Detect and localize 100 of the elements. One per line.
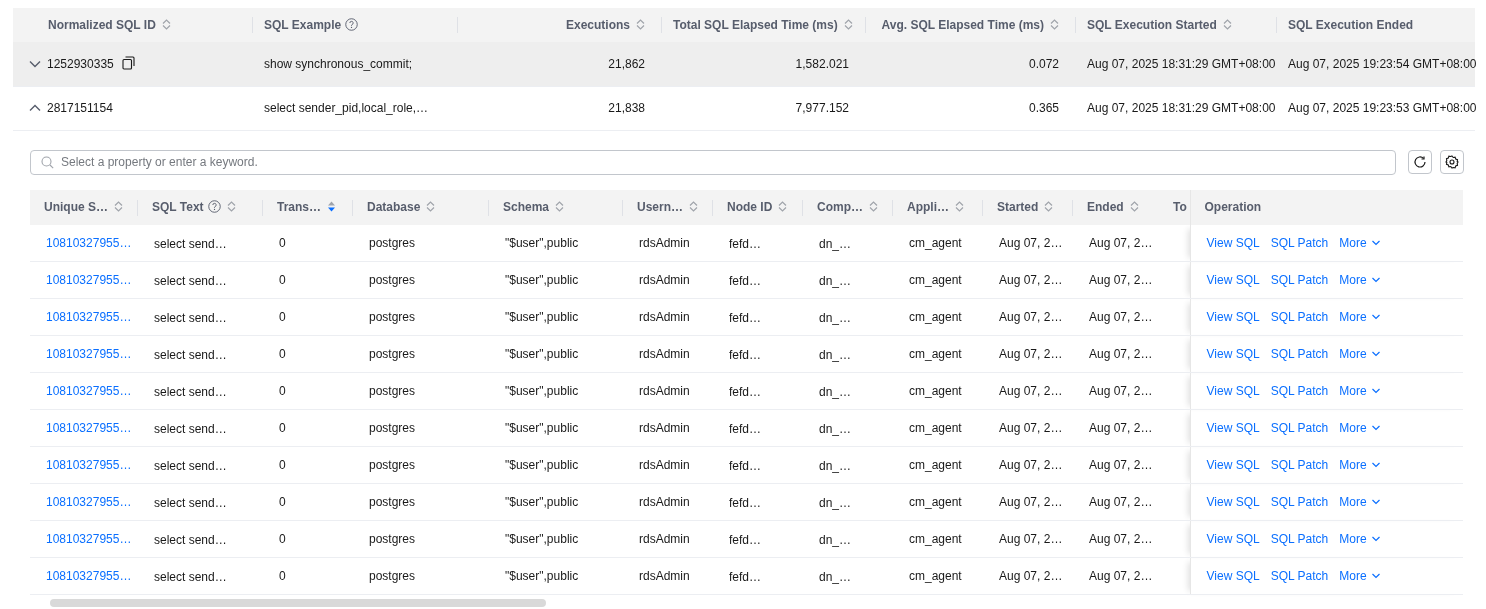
more-dropdown[interactable]: More <box>1339 421 1381 435</box>
sort-icon[interactable] <box>689 200 698 213</box>
column-header: Usern… <box>637 200 683 214</box>
table-cell: select send… <box>154 236 227 251</box>
more-dropdown[interactable]: More <box>1339 532 1381 546</box>
table-cell: rdsAdmin <box>639 235 690 250</box>
more-dropdown[interactable]: More <box>1339 273 1381 287</box>
table-cell: fefd… <box>729 311 761 325</box>
sort-icon[interactable] <box>955 200 964 213</box>
sort-icon[interactable] <box>869 200 878 213</box>
table-cell: cm_agent <box>909 235 962 250</box>
table-cell: fefd… <box>729 459 761 473</box>
chevron-icon <box>1370 497 1381 507</box>
id-link[interactable]: 10810327955… <box>46 458 132 472</box>
table-cell: "$user",public <box>505 384 579 398</box>
column-header: Appli… <box>907 200 949 214</box>
table-cell: postgres <box>369 421 416 435</box>
action-link[interactable]: View SQL <box>1206 384 1260 398</box>
table-cell: 0.072 <box>1028 56 1059 71</box>
table-cell: rdsAdmin <box>639 532 690 546</box>
refresh-button[interactable] <box>1408 150 1432 174</box>
sort-icon[interactable] <box>555 200 565 213</box>
sort-icon[interactable] <box>843 18 853 31</box>
column-header: Total SQL Elapsed Time (ms) <box>673 18 838 32</box>
sort-icon[interactable] <box>1044 200 1054 213</box>
chevron-icon <box>1370 460 1381 470</box>
sort-icon[interactable] <box>327 200 336 213</box>
copy-icon[interactable] <box>121 55 135 70</box>
table-cell: Aug 07, 2… <box>999 532 1063 546</box>
table-row[interactable]: 1252930335 show synchronous_commit; 21,862 1,582.021 0.072 Aug 07, 2025 18:31:29 GMT+08:00 Aug 07, 2025 19:23:54 GMT+08:00 <box>13 42 1475 86</box>
action-link[interactable]: SQL Patch <box>1270 569 1329 583</box>
action-link[interactable]: View SQL <box>1206 421 1260 435</box>
action-link[interactable]: SQL Patch <box>1270 310 1329 324</box>
table-cell: postgres <box>369 569 416 583</box>
table-cell: rdsAdmin <box>639 384 690 398</box>
help-icon[interactable] <box>345 18 359 31</box>
sort-icon[interactable] <box>426 200 436 213</box>
sort-icon[interactable] <box>778 200 788 213</box>
id-link[interactable]: 10810327955… <box>46 384 132 398</box>
table-cell: select send… <box>154 311 227 325</box>
id-link[interactable]: 10810327955… <box>46 569 132 583</box>
search-field[interactable]: Select a property or enter a keyword. <box>30 149 1396 175</box>
horizontal-scrollbar[interactable] <box>50 599 546 607</box>
sort-icon[interactable] <box>226 200 236 213</box>
action-link[interactable]: View SQL <box>1206 235 1260 250</box>
action-link[interactable]: View SQL <box>1206 310 1260 324</box>
action-link[interactable]: View SQL <box>1206 347 1260 361</box>
action-link[interactable]: SQL Patch <box>1270 495 1329 509</box>
table-cell: select send… <box>154 533 227 547</box>
id-link[interactable]: 10810327955… <box>46 310 132 324</box>
action-link[interactable]: View SQL <box>1206 273 1260 287</box>
action-link[interactable]: SQL Patch <box>1270 347 1329 361</box>
table-cell: cm_agent <box>909 458 962 472</box>
sort-icon[interactable] <box>1222 18 1232 31</box>
action-link[interactable]: SQL Patch <box>1270 532 1329 546</box>
settings-button[interactable] <box>1440 150 1464 174</box>
more-dropdown[interactable]: More <box>1339 235 1381 250</box>
sort-icon[interactable] <box>1050 18 1059 31</box>
table-cell: select send… <box>154 274 227 288</box>
chevron-icon <box>1370 312 1381 322</box>
table-cell: rdsAdmin <box>639 347 690 361</box>
table-cell: 21,862 <box>608 56 645 71</box>
settings-icon <box>1445 155 1459 169</box>
table-cell: Aug 07, 2… <box>1089 384 1153 398</box>
more-dropdown[interactable]: More <box>1339 384 1381 398</box>
table-cell: show synchronous_commit; <box>264 56 413 71</box>
table-cell: rdsAdmin <box>639 458 690 472</box>
action-link[interactable]: SQL Patch <box>1270 421 1329 435</box>
more-dropdown[interactable]: More <box>1339 310 1381 324</box>
column-header: Database <box>367 200 421 214</box>
id-link[interactable]: 10810327955… <box>46 273 132 287</box>
action-link[interactable]: View SQL <box>1206 569 1260 583</box>
table-cell: 0 <box>279 532 286 546</box>
table-cell: cm_agent <box>909 310 962 324</box>
action-link[interactable]: View SQL <box>1206 532 1260 546</box>
id-link[interactable]: 10810327955… <box>46 532 132 546</box>
chevron-icon <box>1370 275 1381 285</box>
table-cell: 0 <box>279 495 286 509</box>
id-link[interactable]: 10810327955… <box>46 235 132 250</box>
more-dropdown[interactable]: More <box>1339 347 1381 361</box>
action-link[interactable]: SQL Patch <box>1270 235 1329 250</box>
sort-icon[interactable] <box>636 18 645 31</box>
id-link[interactable]: 10810327955… <box>46 495 132 509</box>
action-link[interactable]: View SQL <box>1206 458 1260 472</box>
sort-icon[interactable] <box>161 18 171 31</box>
sort-icon[interactable] <box>114 200 123 213</box>
action-link[interactable]: View SQL <box>1206 495 1260 509</box>
more-dropdown[interactable]: More <box>1339 569 1381 583</box>
table-cell: dn_… <box>819 348 852 362</box>
action-link[interactable]: SQL Patch <box>1270 273 1329 287</box>
table-cell: select send… <box>154 496 227 510</box>
table-row[interactable]: 2817151154 select sender_pid,local_role,… 21,838 7,977.152 0.365 Aug 07, 2025 18:31:29 GMT+08:00 Aug 07, 2025 19:23:53 GMT+08:00 <box>13 86 1475 130</box>
more-dropdown[interactable]: More <box>1339 458 1381 472</box>
sort-icon[interactable] <box>1129 200 1139 213</box>
action-link[interactable]: SQL Patch <box>1270 458 1329 472</box>
id-link[interactable]: 10810327955… <box>46 347 132 361</box>
help-icon[interactable] <box>207 200 221 213</box>
id-link[interactable]: 10810327955… <box>46 421 132 435</box>
action-link[interactable]: SQL Patch <box>1270 384 1329 398</box>
more-dropdown[interactable]: More <box>1339 495 1381 509</box>
